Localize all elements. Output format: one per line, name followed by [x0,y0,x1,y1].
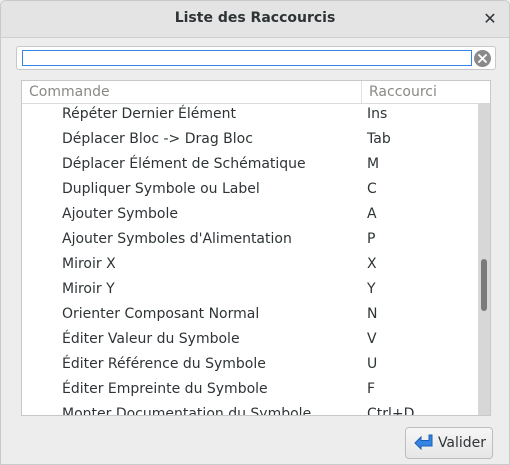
row-command: Éditer Référence du Symbole [62,356,266,372]
row-command: Monter Documentation du Symbole [62,406,312,416]
row-command: Éditer Valeur du Symbole [62,331,240,347]
clear-search-icon[interactable] [474,50,491,67]
search-input[interactable] [22,50,472,66]
table-row[interactable]: Orienter Composant Normal N [22,303,477,328]
row-command: Déplacer Bloc -> Drag Bloc [62,131,253,147]
shortcut-list: Commande Raccourci Répéter Dernier Éléme… [21,80,491,416]
row-shortcut: Ins [367,106,388,122]
row-shortcut: Ctrl+D [367,406,415,416]
row-shortcut: P [367,231,376,247]
row-command: Ajouter Symbole [62,206,178,222]
row-shortcut: Tab [367,131,391,147]
arrow-left-icon [412,432,434,454]
table-row[interactable]: Déplacer Bloc -> Drag Bloc Tab [22,128,477,153]
row-command: Miroir Y [62,281,115,297]
ok-button[interactable]: Valider [405,427,493,459]
row-shortcut: F [367,381,376,397]
table-row[interactable]: Miroir Y Y [22,278,477,303]
table-row[interactable]: Ajouter Symboles d'Alimentation P [22,228,477,253]
table-row[interactable]: Miroir X X [22,253,477,278]
row-shortcut: M [367,156,380,172]
row-shortcut: A [367,206,377,222]
row-shortcut: U [367,356,378,372]
row-command: Miroir X [62,256,116,272]
shortcut-list-dialog: Liste des Raccourcis ✕ Commande Raccourc… [0,0,510,465]
window-title: Liste des Raccourcis [174,10,336,26]
table-row[interactable]: Répéter Dernier Élément Ins [22,103,477,128]
list-header: Commande Raccourci [22,81,490,104]
row-command: Ajouter Symboles d'Alimentation [62,231,292,247]
table-row[interactable]: Déplacer Élément de Schématique M [22,153,477,178]
scrollbar-thumb[interactable] [481,259,487,311]
table-row[interactable]: Éditer Valeur du Symbole V [22,328,477,353]
scrollbar[interactable] [478,103,490,415]
row-command: Orienter Composant Normal [62,306,260,322]
table-row[interactable]: Éditer Référence du Symbole U [22,353,477,378]
row-command: Dupliquer Symbole ou Label [62,181,260,197]
search-box [16,46,496,70]
row-shortcut: Y [367,281,376,297]
column-separator [361,81,362,103]
table-row[interactable]: Monter Documentation du Symbole Ctrl+D [22,403,477,416]
column-header-shortcut[interactable]: Raccourci [369,84,437,100]
row-shortcut: C [367,181,377,197]
row-command: Déplacer Élément de Schématique [62,156,306,172]
table-row[interactable]: Éditer Empreinte du Symbole F [22,378,477,403]
column-header-command[interactable]: Commande [29,84,110,100]
ok-button-label: Valider [437,435,487,451]
table-row[interactable]: Dupliquer Symbole ou Label C [22,178,477,203]
row-command: Éditer Empreinte du Symbole [62,381,268,397]
row-shortcut: V [367,331,377,347]
table-row[interactable]: Ajouter Symbole A [22,203,477,228]
title-bar: Liste des Raccourcis ✕ [1,1,509,38]
row-shortcut: N [367,306,378,322]
row-shortcut: X [367,256,377,272]
row-command: Répéter Dernier Élément [62,106,236,122]
close-icon[interactable]: ✕ [481,9,499,28]
